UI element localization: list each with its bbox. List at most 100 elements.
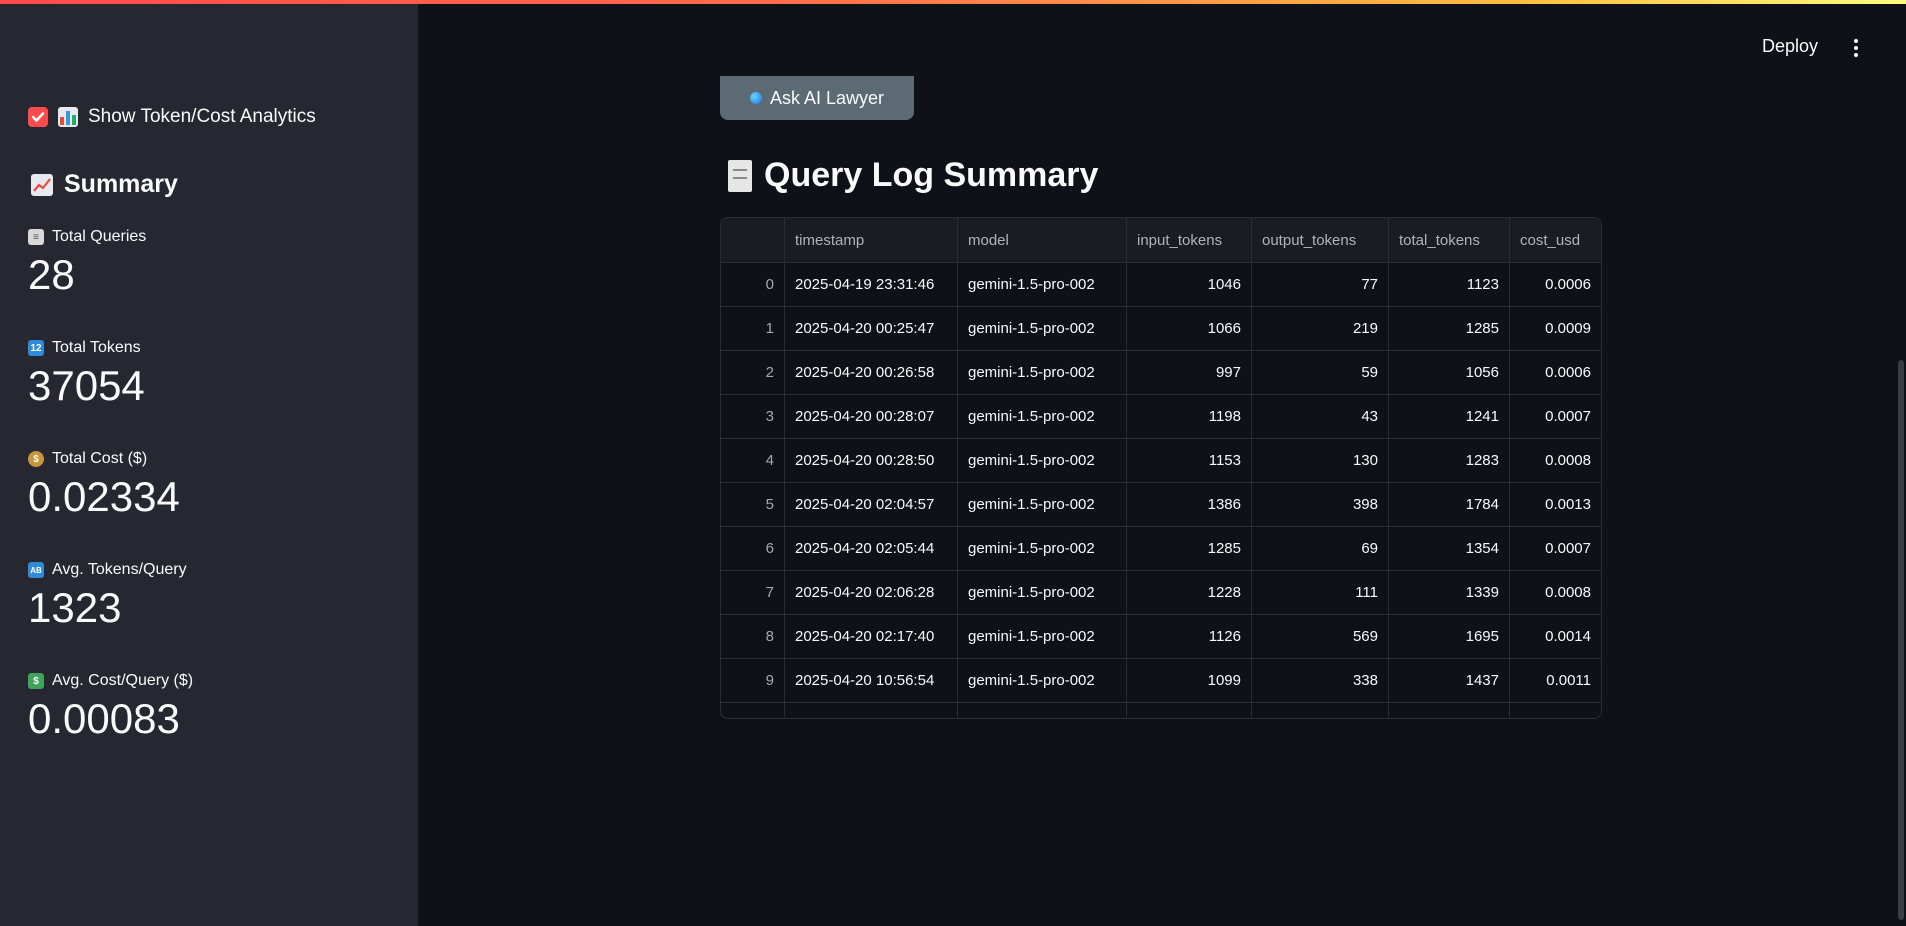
table-cell[interactable]: 9	[721, 658, 785, 703]
table-cell[interactable]: 0.0007	[1509, 394, 1601, 439]
column-header-input-tokens[interactable]: input_tokens	[1126, 218, 1252, 263]
table-row[interactable]: 9 2025-04-20 10:56:54 gemini-1.5-pro-002 10…	[721, 658, 1601, 703]
table-cell[interactable]: 1339	[1388, 570, 1510, 615]
column-header-timestamp[interactable]: timestamp	[784, 218, 958, 263]
table-row[interactable]: 7 2025-04-20 02:06:28 gemini-1.5-pro-002 12…	[721, 570, 1601, 615]
table-cell[interactable]: 2025-04-20 02:17:40	[784, 614, 958, 659]
table-cell[interactable]: 0.0009	[1509, 306, 1601, 351]
table-cell[interactable]: 2025-04-20 00:28:50	[784, 438, 958, 483]
table-cell[interactable]: 1241	[1388, 394, 1510, 439]
table-cell[interactable]: 398	[1251, 482, 1389, 527]
table-row-partial	[721, 702, 1601, 717]
table-cell[interactable]: 219	[1251, 306, 1389, 351]
table-cell[interactable]: 0.0014	[1509, 614, 1601, 659]
table-cell[interactable]: gemini-1.5-pro-002	[957, 658, 1127, 703]
table-cell[interactable]: 77	[1251, 262, 1389, 307]
table-cell[interactable]: 0.0006	[1509, 262, 1601, 307]
table-cell[interactable]: 1386	[1126, 482, 1252, 527]
table-cell[interactable]: 1198	[1126, 394, 1252, 439]
table-cell[interactable]: gemini-1.5-pro-002	[957, 262, 1127, 307]
table-cell[interactable]: 0.0008	[1509, 438, 1601, 483]
table-cell[interactable]: 3	[721, 394, 785, 439]
table-cell[interactable]: 1	[721, 306, 785, 351]
table-row[interactable]: 2 2025-04-20 00:26:58 gemini-1.5-pro-002 99…	[721, 350, 1601, 395]
table-cell[interactable]: 8	[721, 614, 785, 659]
table-cell[interactable]: 0.0007	[1509, 526, 1601, 571]
table-cell[interactable]: 1784	[1388, 482, 1510, 527]
table-cell[interactable]: 0	[721, 262, 785, 307]
table-cell[interactable]: 1046	[1126, 262, 1252, 307]
column-header-output-tokens[interactable]: output_tokens	[1251, 218, 1389, 263]
deploy-button[interactable]: Deploy	[1762, 36, 1818, 57]
table-row[interactable]: 1 2025-04-20 00:25:47 gemini-1.5-pro-002 10…	[721, 306, 1601, 351]
table-cell[interactable]: 569	[1251, 614, 1389, 659]
query-log-table[interactable]: timestamp model input_tokens output_toke…	[720, 217, 1602, 719]
column-header-index[interactable]	[721, 218, 785, 263]
table-cell[interactable]: 0.0006	[1509, 350, 1601, 395]
table-cell[interactable]: gemini-1.5-pro-002	[957, 394, 1127, 439]
table-cell[interactable]: 1228	[1126, 570, 1252, 615]
metric-label: Avg. Cost/Query ($)	[52, 672, 194, 689]
page-scrollbar[interactable]	[1898, 360, 1904, 920]
table-row[interactable]: 0 2025-04-19 23:31:46 gemini-1.5-pro-002 10…	[721, 262, 1601, 307]
table-cell[interactable]: 1123	[1388, 262, 1510, 307]
table-cell[interactable]: 6	[721, 526, 785, 571]
table-cell[interactable]: 2025-04-20 00:25:47	[784, 306, 958, 351]
table-cell[interactable]: 0.0013	[1509, 482, 1601, 527]
table-row[interactable]: 6 2025-04-20 02:05:44 gemini-1.5-pro-002 12…	[721, 526, 1601, 571]
table-cell[interactable]: 59	[1251, 350, 1389, 395]
table-cell[interactable]: 2025-04-20 02:04:57	[784, 482, 958, 527]
table-cell[interactable]: 2025-04-20 00:28:07	[784, 394, 958, 439]
table-cell[interactable]: 43	[1251, 394, 1389, 439]
table-cell[interactable]: 1285	[1126, 526, 1252, 571]
table-row[interactable]: 3 2025-04-20 00:28:07 gemini-1.5-pro-002 11…	[721, 394, 1601, 439]
table-cell[interactable]: gemini-1.5-pro-002	[957, 438, 1127, 483]
table-cell[interactable]: 130	[1251, 438, 1389, 483]
table-cell[interactable]: gemini-1.5-pro-002	[957, 350, 1127, 395]
more-options-icon[interactable]	[1844, 36, 1868, 60]
table-cell[interactable]: 111	[1251, 570, 1389, 615]
table-cell[interactable]: 2025-04-20 10:56:54	[784, 658, 958, 703]
table-cell[interactable]: 0.0008	[1509, 570, 1601, 615]
table-cell[interactable]: 997	[1126, 350, 1252, 395]
table-cell[interactable]: 1099	[1126, 658, 1252, 703]
table-cell[interactable]: 2025-04-20 02:06:28	[784, 570, 958, 615]
analytics-checkbox-label: Show Token/Cost Analytics	[88, 106, 316, 127]
table-cell[interactable]: gemini-1.5-pro-002	[957, 306, 1127, 351]
column-header-cost-usd[interactable]: cost_usd	[1509, 218, 1601, 263]
table-cell[interactable]: 7	[721, 570, 785, 615]
chart-increasing-icon	[31, 173, 53, 196]
table-row[interactable]: 5 2025-04-20 02:04:57 gemini-1.5-pro-002 13…	[721, 482, 1601, 527]
table-cell[interactable]: 1153	[1126, 438, 1252, 483]
table-row[interactable]: 4 2025-04-20 00:28:50 gemini-1.5-pro-002 11…	[721, 438, 1601, 483]
numbers-icon: 12	[28, 340, 44, 356]
table-cell[interactable]: 5	[721, 482, 785, 527]
column-header-model[interactable]: model	[957, 218, 1127, 263]
table-cell[interactable]: gemini-1.5-pro-002	[957, 570, 1127, 615]
analytics-checkbox-row[interactable]: Show Token/Cost Analytics	[28, 106, 316, 128]
table-cell[interactable]: 1066	[1126, 306, 1252, 351]
table-cell[interactable]: 1354	[1388, 526, 1510, 571]
column-header-total-tokens[interactable]: total_tokens	[1388, 218, 1510, 263]
table-cell[interactable]: 1126	[1126, 614, 1252, 659]
table-cell[interactable]: 2	[721, 350, 785, 395]
table-cell[interactable]: 0.0011	[1509, 658, 1601, 703]
table-header-row: timestamp model input_tokens output_toke…	[721, 218, 1601, 263]
table-cell[interactable]: gemini-1.5-pro-002	[957, 482, 1127, 527]
table-cell[interactable]: 1437	[1388, 658, 1510, 703]
table-cell[interactable]: 4	[721, 438, 785, 483]
table-cell[interactable]: 338	[1251, 658, 1389, 703]
table-cell[interactable]: 1056	[1388, 350, 1510, 395]
table-cell[interactable]: gemini-1.5-pro-002	[957, 614, 1127, 659]
table-cell[interactable]: 1283	[1388, 438, 1510, 483]
table-row[interactable]: 8 2025-04-20 02:17:40 gemini-1.5-pro-002 11…	[721, 614, 1601, 659]
table-cell[interactable]: gemini-1.5-pro-002	[957, 526, 1127, 571]
table-cell[interactable]: 2025-04-20 02:05:44	[784, 526, 958, 571]
table-cell[interactable]: 1695	[1388, 614, 1510, 659]
table-cell[interactable]: 1285	[1388, 306, 1510, 351]
analytics-checkbox[interactable]	[28, 107, 48, 127]
table-cell[interactable]: 69	[1251, 526, 1389, 571]
table-cell[interactable]: 2025-04-19 23:31:46	[784, 262, 958, 307]
ask-ai-lawyer-button[interactable]: Ask AI Lawyer	[720, 76, 914, 120]
table-cell[interactable]: 2025-04-20 00:26:58	[784, 350, 958, 395]
